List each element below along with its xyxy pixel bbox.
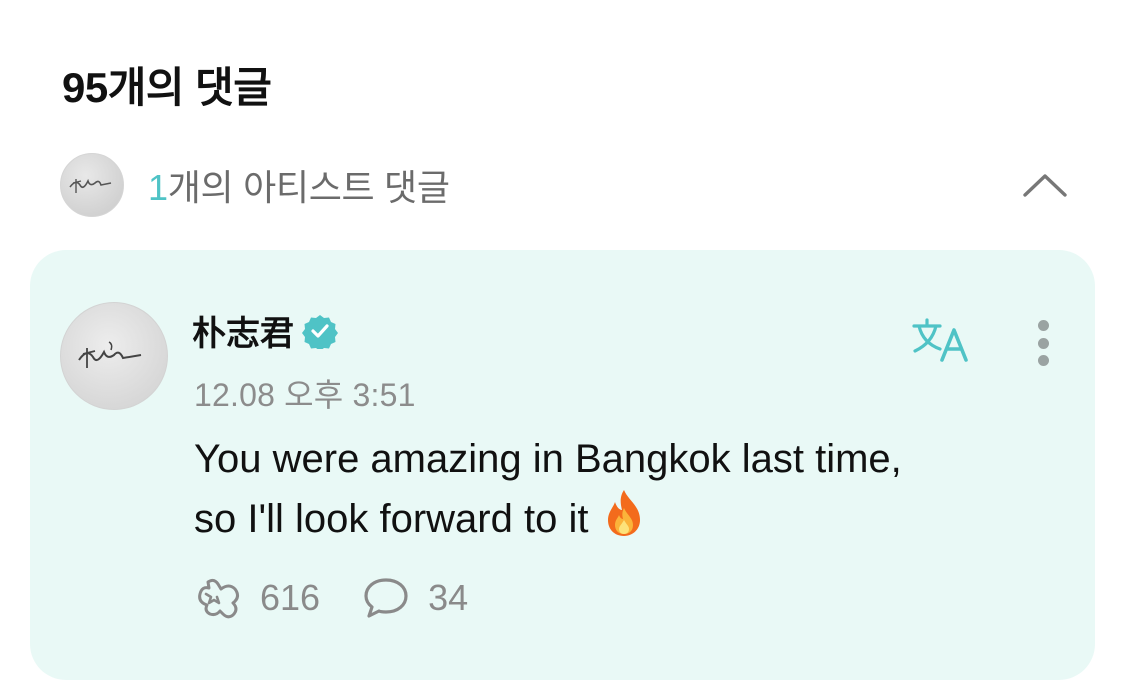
artist-comments-count: 1개의 아티스트 댓글	[148, 159, 450, 211]
like-icon	[198, 578, 240, 619]
more-options-button[interactable]	[1025, 316, 1061, 370]
comment-actions: 616 34	[192, 576, 468, 620]
chevron-up-icon	[1023, 174, 1067, 197]
artist-comment-card: 朴志君 12.08 오후 3:51 You were amazing in Ba…	[30, 250, 1095, 680]
signature-image	[78, 341, 142, 368]
fire-emoji-icon	[602, 488, 646, 554]
author-name[interactable]: 朴志君	[192, 306, 294, 355]
like-count: 616	[260, 577, 321, 618]
comment-text-line-2: so I'll look forward to it	[194, 497, 589, 541]
signature-image	[69, 178, 112, 193]
artist-comments-count-label: 개의 아티스트 댓글	[167, 167, 450, 208]
author-row: 朴志君	[192, 306, 338, 355]
artist-comments-toggle-row[interactable]: 1개의 아티스트 댓글	[60, 153, 1070, 217]
comment-text-line-2-row: so I'll look forward to it	[194, 488, 1044, 554]
reply-icon	[364, 578, 408, 618]
comment-text-line-1: You were amazing in Bangkok last time,	[194, 437, 902, 481]
artist-avatar-small	[60, 153, 124, 217]
comment-timestamp: 12.08 오후 3:51	[194, 377, 416, 413]
more-vertical-icon	[1037, 337, 1049, 349]
author-avatar[interactable]	[60, 302, 168, 410]
like-button[interactable]: 616	[192, 576, 320, 620]
collapse-button[interactable]	[1020, 160, 1070, 210]
more-vertical-icon	[1037, 320, 1049, 331]
comment-body: You were amazing in Bangkok last time, s…	[194, 430, 1044, 554]
reply-count: 34	[428, 577, 469, 618]
more-vertical-icon	[1037, 355, 1049, 366]
translate-icon	[912, 318, 968, 362]
verified-badge-icon	[302, 313, 338, 351]
comments-count-title: 95개의 댓글	[62, 64, 272, 111]
reply-button[interactable]: 34	[362, 576, 468, 620]
artist-comments-count-number: 1	[148, 167, 168, 208]
translate-button[interactable]	[910, 314, 972, 366]
comments-section: 95개의 댓글 1개의 아티스트 댓글 朴志君 12.08 오후 3:51 Yo…	[0, 0, 1125, 700]
